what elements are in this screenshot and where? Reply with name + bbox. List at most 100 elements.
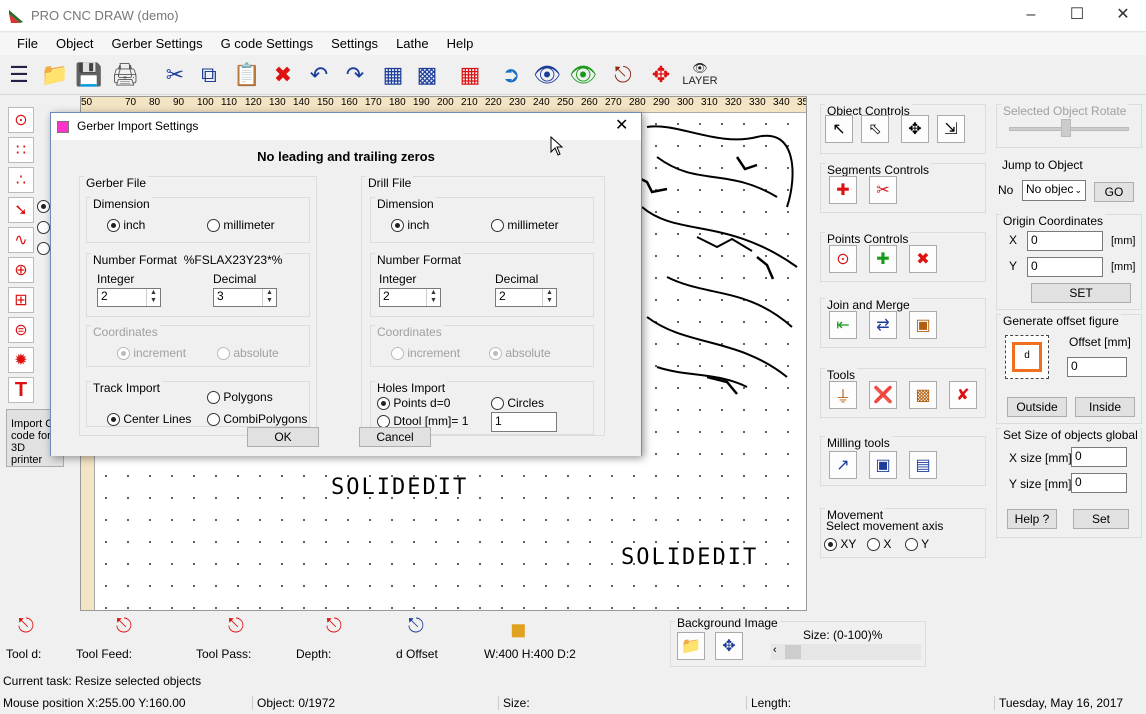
radio-tool-2[interactable] (37, 220, 50, 235)
menu-file[interactable]: File (8, 33, 47, 54)
workpiece-icon[interactable]: ◼ (510, 617, 527, 642)
radio-tool-1[interactable] (37, 199, 50, 214)
gerber-decimal-spinner[interactable]: 3 ▲ ▼ (213, 288, 277, 307)
jump-object-select[interactable]: No objec ⌄ (1022, 180, 1086, 201)
menu-settings[interactable]: Settings (322, 33, 387, 54)
remove-dup-icon[interactable]: ▩ (909, 381, 937, 409)
combine-icon[interactable]: ▣ (909, 311, 937, 339)
curve-tool-icon[interactable]: ∿ (8, 227, 34, 253)
center-lines-radio[interactable]: Center Lines (107, 412, 191, 427)
rotate-slider-thumb[interactable] (1061, 119, 1071, 137)
axis-xy-radio[interactable]: XY (824, 537, 856, 552)
gerber-increment-radio[interactable]: increment (117, 346, 186, 361)
minimize-button[interactable]: – (1008, 0, 1054, 32)
select-arrow-icon[interactable]: ↖ (825, 115, 853, 143)
add-point-ctrl-icon[interactable]: ⊙ (829, 245, 857, 273)
menu-gcode-settings[interactable]: G code Settings (212, 33, 323, 54)
cancel-button[interactable]: Cancel (359, 427, 431, 447)
inside-button[interactable]: Inside (1075, 397, 1135, 417)
gerber-absolute-radio[interactable]: absolute (217, 346, 279, 361)
paste-icon[interactable]: 📋 (232, 59, 262, 91)
dtool-input[interactable]: 1 (491, 412, 557, 432)
drill-icon[interactable]: ⎋ (608, 59, 638, 91)
segment-split-icon[interactable]: ✚ (829, 176, 857, 204)
mill-path-icon[interactable]: ↗ (829, 451, 857, 479)
close-button[interactable]: ✕ (1100, 0, 1146, 32)
print-icon[interactable]: 🖨 (110, 59, 140, 91)
ok-button[interactable]: OK (247, 427, 319, 447)
circles-radio[interactable]: Circles (491, 396, 544, 411)
delete-point-icon[interactable]: ✖ (909, 245, 937, 273)
ysize-input[interactable]: 0 (1071, 473, 1127, 493)
set-size-button[interactable]: Set (1073, 509, 1129, 529)
drill-decimal-spinner[interactable]: 2 ▲ ▼ (495, 288, 557, 307)
polygons-radio[interactable]: Polygons (207, 390, 273, 405)
gerber-inch-radio[interactable]: inch (107, 218, 145, 233)
origin-x-input[interactable]: 0 (1027, 231, 1103, 251)
axis-y-radio[interactable]: Y (905, 537, 929, 552)
drill-mm-radio[interactable]: millimeter (491, 218, 559, 233)
cut-icon[interactable]: ✂ (160, 59, 190, 91)
offset-figure-icon[interactable]: d (1005, 335, 1049, 379)
canvas-text-1[interactable]: SOLIDEDIT (331, 475, 468, 500)
tool-feed-icon[interactable]: ⎋ (116, 615, 132, 638)
copy-icon[interactable]: ⧉ (194, 59, 224, 91)
dialog-close-icon[interactable]: ✕ (615, 115, 628, 135)
drill-increment-radio[interactable]: increment (391, 346, 460, 361)
undo-icon[interactable]: ↶ (304, 59, 334, 91)
points-radio[interactable]: Points d=0 (377, 396, 450, 411)
go-button[interactable]: GO (1094, 182, 1134, 202)
route-icon[interactable]: ➲ (496, 59, 526, 91)
view-tool-icon[interactable]: 👁 (568, 59, 598, 91)
add-point-icon[interactable]: ⊙ (8, 107, 34, 133)
radio-tool-3[interactable] (37, 241, 50, 256)
menu-help[interactable]: Help (438, 33, 483, 54)
d-offset-icon[interactable]: ⎋ (408, 615, 424, 638)
pocket-square-icon[interactable]: ▣ (869, 451, 897, 479)
scale-object-icon[interactable]: ⇲ (937, 115, 965, 143)
view-path-icon[interactable]: 👁 (532, 59, 562, 91)
help-button[interactable]: Help ? (1007, 509, 1057, 529)
drill-inch-radio[interactable]: inch (391, 218, 429, 233)
drill-absolute-radio[interactable]: absolute (489, 346, 551, 361)
scroll-thumb[interactable] (785, 645, 801, 659)
text-tool-icon[interactable]: T (8, 377, 34, 403)
remove-points-icon[interactable]: ✘ (949, 381, 977, 409)
canvas-text-2[interactable]: SOLIDEDIT (621, 545, 758, 570)
axis-x-radio[interactable]: X (867, 537, 891, 552)
menu-lathe[interactable]: Lathe (387, 33, 438, 54)
move-view-icon[interactable]: ✥ (646, 59, 676, 91)
combipolygons-radio[interactable]: CombiPolygons (207, 412, 307, 427)
drill-integer-spinner[interactable]: 2 ▲ ▼ (379, 288, 441, 307)
tool-d-icon[interactable]: ⎋ (18, 615, 34, 638)
bg-move-icon[interactable]: ✥ (715, 632, 743, 660)
maximize-button[interactable]: ☐ (1054, 0, 1100, 32)
offset-input[interactable]: 0 (1067, 357, 1127, 377)
set-origin-button[interactable]: SET (1031, 283, 1131, 303)
xsize-input[interactable]: 0 (1071, 447, 1127, 467)
list-icon[interactable]: ☰ (4, 59, 34, 91)
open-folder-icon[interactable]: 📁 (40, 59, 70, 91)
segment-cut-icon[interactable]: ✂ (869, 176, 897, 204)
bg-open-folder-icon[interactable]: 📁 (677, 632, 705, 660)
gerber-integer-spinner[interactable]: 2 ▲ ▼ (97, 288, 161, 307)
menu-object[interactable]: Object (47, 33, 103, 54)
bg-size-scrollbar[interactable]: ‹ (771, 644, 921, 660)
gerber-mm-radio[interactable]: millimeter (207, 218, 275, 233)
tool-pass-icon[interactable]: ⎋ (228, 615, 244, 638)
scroll-left-icon[interactable]: ‹ (773, 644, 777, 656)
line-tool-icon[interactable]: ➘ (8, 197, 34, 223)
circle-tool-icon[interactable]: ⊕ (8, 257, 34, 283)
point-grid-icon[interactable]: ∷ (8, 137, 34, 163)
outside-button[interactable]: Outside (1007, 397, 1067, 417)
menu-gerber-settings[interactable]: Gerber Settings (103, 33, 212, 54)
join-icon[interactable]: ⇤ (829, 311, 857, 339)
merge-icon[interactable]: ⇄ (869, 311, 897, 339)
select-node-icon[interactable]: ⬁ (861, 115, 889, 143)
redo-icon[interactable]: ↷ (340, 59, 370, 91)
save-icon[interactable]: 💾 (74, 59, 104, 91)
ruler-icon[interactable]: ⏚ (829, 381, 857, 409)
point-triangle-icon[interactable]: ∴ (8, 167, 34, 193)
insert-point-icon[interactable]: ✚ (869, 245, 897, 273)
grid-icon[interactable]: ▦ (455, 59, 485, 91)
